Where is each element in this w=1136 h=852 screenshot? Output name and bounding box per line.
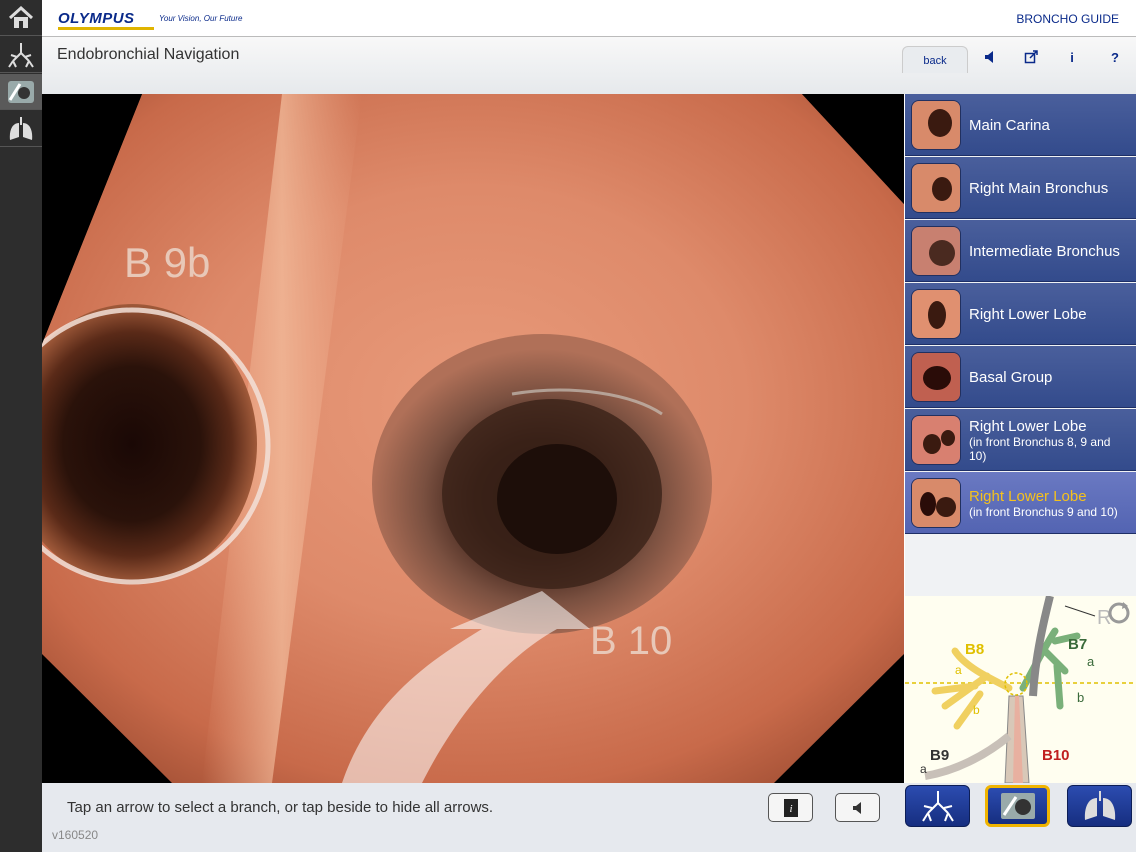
speaker-icon (852, 801, 861, 814)
nav-item-label: Right Lower Lobe (969, 305, 1087, 323)
nav-item-label: Right Lower Lobe (969, 417, 1087, 435)
toolbar: Endobronchial Navigation back i ? (42, 37, 1136, 94)
endoscope-view-button[interactable] (985, 785, 1050, 827)
olympus-logo: OLYMPUS (58, 10, 135, 27)
nav-item-label: Basal Group (969, 368, 1053, 386)
back-button[interactable]: back (902, 46, 968, 73)
nav-item-label: Intermediate Bronchus (969, 242, 1120, 260)
nav-item-sublabel: (in front Bronchus 9 and 10) (969, 504, 1118, 519)
rotate-icon[interactable] (1106, 600, 1132, 626)
thumbnail-image (911, 415, 961, 465)
map-label-b10: B10 (1042, 747, 1070, 764)
info-button[interactable]: i (768, 793, 813, 822)
thumbnail-image (911, 289, 961, 339)
bronchial-map[interactable]: B8 B7 B9 B10 a a a b b R (905, 596, 1136, 783)
svg-text:i: i (789, 803, 792, 815)
nav-item-label: Right Main Bronchus (969, 179, 1109, 197)
nav-item-main-carina[interactable]: Main Carina (905, 94, 1136, 156)
endoscope-image[interactable]: B 9b B 10 (42, 94, 904, 783)
thumbnail-image (911, 352, 961, 402)
nav-item-basal-group[interactable]: Basal Group (905, 346, 1136, 408)
speaker-icon[interactable] (981, 48, 999, 66)
thumbnail-image (911, 100, 961, 150)
endoscope-view-icon[interactable] (0, 74, 42, 110)
map-label-a: a (920, 762, 927, 776)
label-b10[interactable]: B 10 (590, 619, 672, 663)
endoscope-view-icon (1000, 793, 1035, 819)
bronchial-tree-icon (921, 791, 954, 822)
app-name: BRONCHO GUIDE (1016, 12, 1119, 26)
map-label-b7: B7 (1068, 636, 1087, 653)
left-sidebar (0, 0, 42, 852)
map-label-a: a (955, 663, 962, 677)
lungs-icon (1084, 791, 1115, 820)
bronchial-tree-icon[interactable] (0, 37, 42, 73)
nav-item-right-lower-lobe-b9-10[interactable]: Right Lower Lobe (in front Bronchus 9 an… (905, 472, 1136, 534)
nav-item-intermediate-bronchus[interactable]: Intermediate Bronchus (905, 220, 1136, 282)
nav-item-right-lower-lobe-b8-9-10[interactable]: Right Lower Lobe (in front Bronchus 8, 9… (905, 409, 1136, 471)
instruction-text: Tap an arrow to select a branch, or tap … (67, 799, 494, 816)
version-label: v160520 (52, 828, 99, 842)
nav-item-label: Right Lower Lobe (969, 487, 1087, 505)
lungs-icon[interactable] (0, 111, 42, 147)
external-link-icon[interactable] (1022, 48, 1040, 66)
home-icon[interactable] (0, 0, 42, 36)
nav-item-sublabel: (in front Bronchus 8, 9 and 10) (969, 434, 1111, 463)
map-label-b: b (973, 703, 980, 717)
nav-item-right-main-bronchus[interactable]: Right Main Bronchus (905, 157, 1136, 219)
nav-item-right-lower-lobe[interactable]: Right Lower Lobe (905, 283, 1136, 345)
page-title: Endobronchial Navigation (57, 46, 240, 63)
logo-underline (58, 27, 154, 30)
bottom-bar: Tap an arrow to select a branch, or tap … (42, 783, 1136, 852)
help-icon[interactable]: ? (1106, 48, 1124, 66)
label-b9b[interactable]: B 9b (124, 239, 210, 286)
endoscope-rendering: B 9b B 10 (42, 94, 904, 783)
map-label-b9: B9 (930, 747, 949, 764)
header-bar: OLYMPUS Your Vision, Our Future BRONCHO … (42, 0, 1136, 37)
app-root: OLYMPUS Your Vision, Our Future BRONCHO … (0, 0, 1136, 852)
navigation-history-panel: Main Carina Right Main Bronchus Intermed… (905, 94, 1136, 596)
nav-item-label: Main Carina (969, 116, 1050, 134)
info-icon[interactable]: i (1063, 48, 1081, 66)
lungs-view-button[interactable] (1067, 785, 1132, 827)
thumbnail-image (911, 163, 961, 213)
sound-button[interactable] (835, 793, 880, 822)
map-label-b8: B8 (965, 641, 984, 658)
info-icon: i (783, 798, 798, 817)
map-label-a: a (1087, 654, 1095, 669)
map-label-b: b (1077, 690, 1084, 705)
thumbnail-image (911, 478, 961, 528)
bronchial-tree-view-button[interactable] (905, 785, 970, 827)
thumbnail-image (911, 226, 961, 276)
tagline: Your Vision, Our Future (159, 14, 243, 23)
